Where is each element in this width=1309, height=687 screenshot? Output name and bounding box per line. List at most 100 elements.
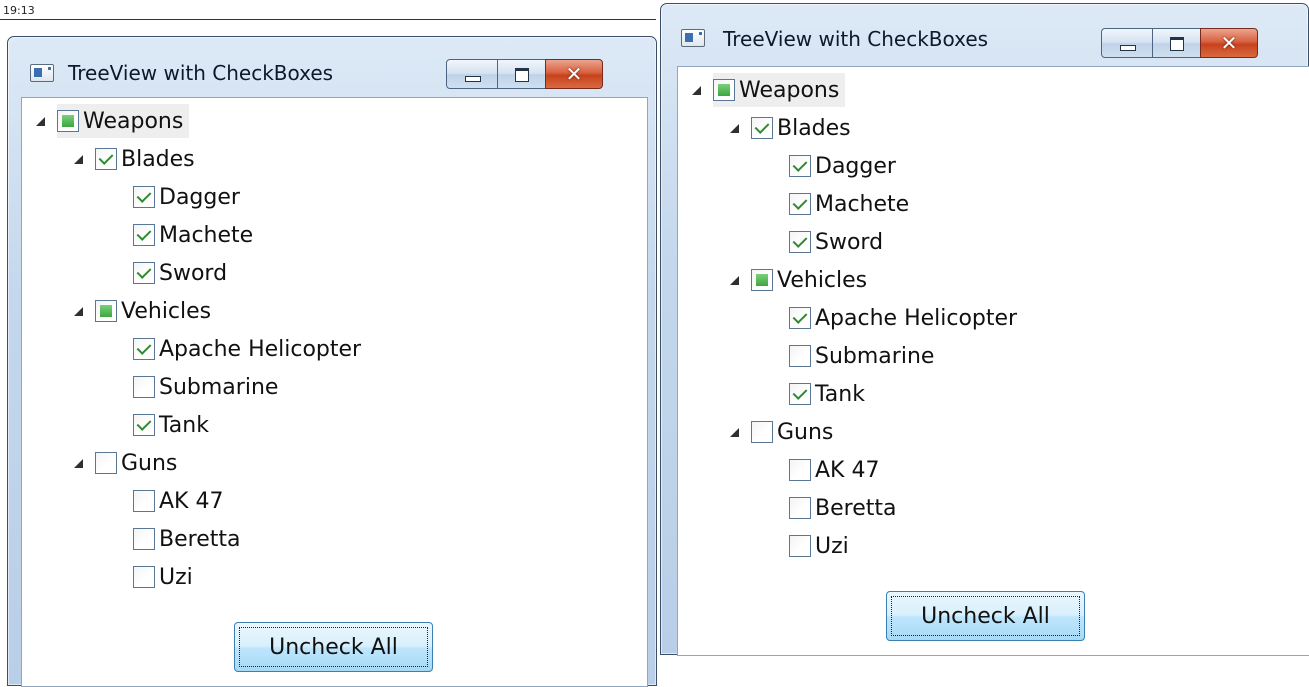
tree-view[interactable]: Weapons Blades Dagger Machete Sword Vehicles A… bbox=[678, 67, 1309, 578]
tree-item[interactable]: Dagger bbox=[789, 149, 896, 183]
app-window-icon[interactable] bbox=[681, 29, 705, 47]
client-area: Weapons Blades Dagger Machete Sword Vehicles A… bbox=[21, 97, 648, 687]
tree-item-checkbox[interactable] bbox=[133, 414, 155, 436]
uncheck-all-label: Uncheck All bbox=[891, 596, 1080, 636]
tree-item-label: Weapons bbox=[739, 77, 840, 103]
tree-item-checkbox[interactable] bbox=[789, 459, 811, 481]
tree-item-checkbox[interactable] bbox=[133, 186, 155, 208]
minimize-icon bbox=[465, 76, 481, 82]
expander-collapse-icon[interactable] bbox=[74, 154, 83, 164]
tree-item[interactable]: AK 47 bbox=[789, 453, 879, 487]
tree-item[interactable]: Dagger bbox=[133, 180, 240, 214]
tree-item[interactable]: Tank bbox=[789, 377, 865, 411]
tree-item[interactable]: Submarine bbox=[133, 370, 278, 404]
tree-item-checkbox[interactable] bbox=[95, 300, 117, 322]
tree-item-label: AK 47 bbox=[159, 488, 224, 514]
tree-item[interactable]: Apache Helicopter bbox=[789, 301, 1017, 335]
maximize-icon bbox=[514, 68, 529, 82]
tree-item[interactable]: Submarine bbox=[789, 339, 934, 373]
tree-item-label: Vehicles bbox=[777, 267, 868, 293]
tree-item[interactable]: Sword bbox=[133, 256, 227, 290]
tree-item-parent[interactable]: Guns bbox=[730, 415, 833, 449]
tree-item-checkbox[interactable] bbox=[751, 269, 773, 291]
tree-view[interactable]: Weapons Blades Dagger Machete Sword Vehicles A… bbox=[22, 98, 647, 609]
tree-item-checkbox[interactable] bbox=[789, 383, 811, 405]
tree-item-label: Blades bbox=[777, 115, 851, 141]
tree-item[interactable]: Uzi bbox=[133, 560, 193, 594]
tree-item-checkbox[interactable] bbox=[133, 490, 155, 512]
close-button[interactable]: ✕ bbox=[545, 59, 603, 89]
tree-item-checkbox[interactable] bbox=[789, 497, 811, 519]
title-bar[interactable]: TreeView with CheckBoxes ✕ bbox=[8, 37, 656, 97]
expander-collapse-icon[interactable] bbox=[730, 275, 739, 285]
caption-buttons: ✕ bbox=[1101, 28, 1258, 58]
treeview-window-left: TreeView with CheckBoxes ✕ Weapons Blades… bbox=[7, 36, 657, 687]
tree-item[interactable]: Beretta bbox=[133, 522, 240, 556]
treeview-window-right: TreeView with CheckBoxes ✕ Weapons Blades… bbox=[660, 3, 1309, 656]
tree-item-parent[interactable]: Weapons bbox=[36, 104, 190, 138]
client-area: Weapons Blades Dagger Machete Sword Vehicles A… bbox=[677, 66, 1309, 656]
tree-item-label: Guns bbox=[777, 419, 834, 445]
tree-item[interactable]: Tank bbox=[133, 408, 209, 442]
tree-item-checkbox[interactable] bbox=[789, 155, 811, 177]
tree-item-checkbox[interactable] bbox=[133, 376, 155, 398]
tree-item-checkbox[interactable] bbox=[133, 338, 155, 360]
uncheck-all-button[interactable]: Uncheck All bbox=[886, 591, 1085, 641]
tree-item-label: Machete bbox=[815, 191, 910, 217]
maximize-button[interactable] bbox=[497, 59, 546, 89]
window-title: TreeView with CheckBoxes bbox=[68, 61, 334, 85]
expander-collapse-icon[interactable] bbox=[74, 306, 83, 316]
tree-item-label: Dagger bbox=[159, 184, 240, 210]
tree-item-parent[interactable]: Blades bbox=[74, 142, 195, 176]
maximize-icon bbox=[1169, 37, 1184, 51]
tree-item[interactable]: Machete bbox=[133, 218, 253, 252]
tree-item-label: Beretta bbox=[815, 495, 897, 521]
tree-item-checkbox[interactable] bbox=[133, 224, 155, 246]
tree-item-checkbox[interactable] bbox=[751, 421, 773, 443]
tree-item-highlight: Weapons bbox=[57, 104, 190, 138]
expander-collapse-icon[interactable] bbox=[36, 116, 45, 126]
tree-item-checkbox[interactable] bbox=[57, 110, 79, 132]
title-bar[interactable]: TreeView with CheckBoxes ✕ bbox=[661, 4, 1308, 64]
app-window-icon[interactable] bbox=[30, 64, 54, 82]
expander-collapse-icon[interactable] bbox=[692, 85, 701, 95]
expander-collapse-icon[interactable] bbox=[730, 123, 739, 133]
uncheck-all-button[interactable]: Uncheck All bbox=[234, 622, 433, 672]
tree-item[interactable]: Machete bbox=[789, 187, 909, 221]
expander-collapse-icon[interactable] bbox=[74, 458, 83, 468]
header-rule bbox=[0, 19, 656, 20]
tree-item[interactable]: Apache Helicopter bbox=[133, 332, 361, 366]
tree-item-parent[interactable]: Vehicles bbox=[730, 263, 867, 297]
tree-item-parent[interactable]: Blades bbox=[730, 111, 851, 145]
minimize-button[interactable] bbox=[446, 59, 498, 89]
tree-item-checkbox[interactable] bbox=[789, 345, 811, 367]
tree-item-checkbox[interactable] bbox=[133, 262, 155, 284]
window-title: TreeView with CheckBoxes bbox=[723, 27, 989, 51]
tree-item-checkbox[interactable] bbox=[789, 535, 811, 557]
tree-item-checkbox[interactable] bbox=[789, 193, 811, 215]
expander-collapse-icon[interactable] bbox=[730, 427, 739, 437]
tree-item-label: Tank bbox=[815, 381, 865, 407]
tree-item[interactable]: Sword bbox=[789, 225, 883, 259]
tree-item[interactable]: Uzi bbox=[789, 529, 849, 563]
tree-item-checkbox[interactable] bbox=[789, 307, 811, 329]
tree-item-label: Apache Helicopter bbox=[159, 336, 362, 362]
tree-item-parent[interactable]: Weapons bbox=[692, 73, 846, 107]
tree-item-checkbox[interactable] bbox=[95, 452, 117, 474]
tree-item[interactable]: Beretta bbox=[789, 491, 896, 525]
tree-item-checkbox[interactable] bbox=[751, 117, 773, 139]
tree-item-label: Uzi bbox=[815, 533, 849, 559]
close-button[interactable]: ✕ bbox=[1200, 28, 1258, 58]
tree-item-parent[interactable]: Guns bbox=[74, 446, 177, 480]
tree-item-parent[interactable]: Vehicles bbox=[74, 294, 211, 328]
tree-item[interactable]: AK 47 bbox=[133, 484, 223, 518]
tree-item-label: Vehicles bbox=[121, 298, 212, 324]
tree-item-checkbox[interactable] bbox=[133, 528, 155, 550]
maximize-button[interactable] bbox=[1152, 28, 1201, 58]
tree-item-checkbox[interactable] bbox=[713, 79, 735, 101]
tree-item-label: Uzi bbox=[159, 564, 193, 590]
tree-item-checkbox[interactable] bbox=[789, 231, 811, 253]
minimize-button[interactable] bbox=[1101, 28, 1153, 58]
tree-item-checkbox[interactable] bbox=[95, 148, 117, 170]
tree-item-checkbox[interactable] bbox=[133, 566, 155, 588]
